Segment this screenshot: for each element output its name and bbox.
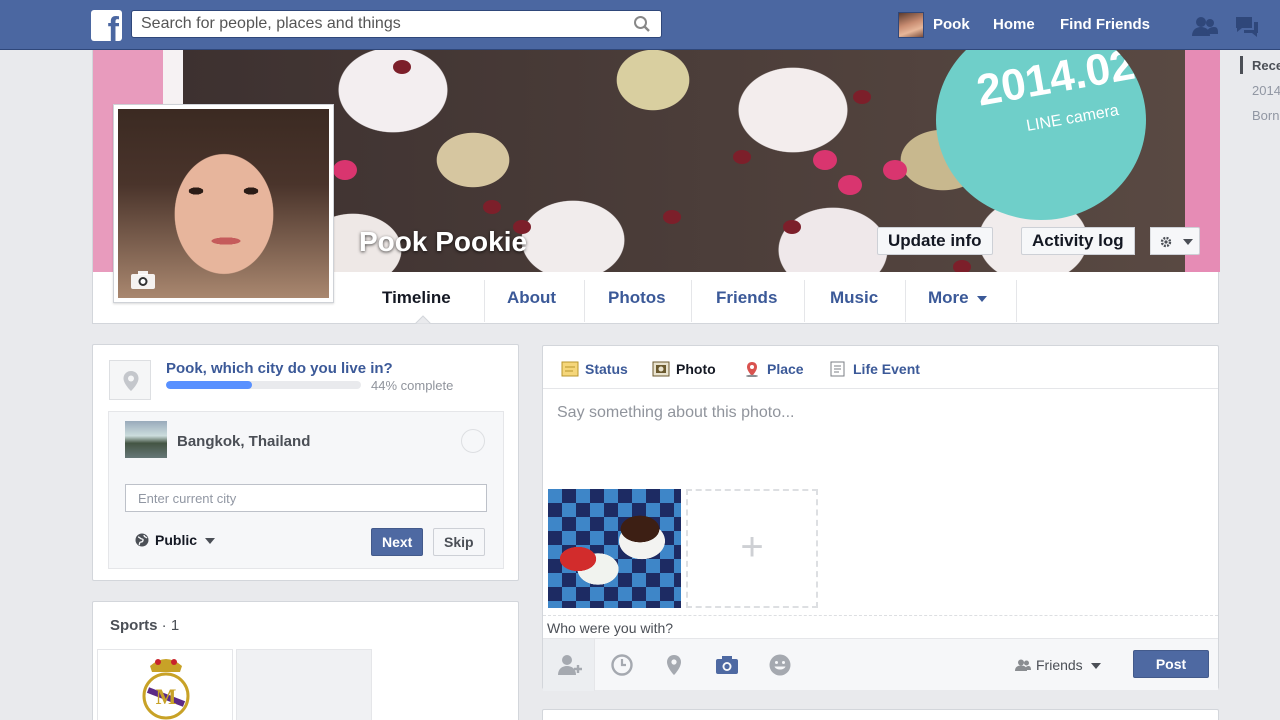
user-avatar[interactable] bbox=[898, 12, 924, 38]
audience-label: Friends bbox=[1036, 657, 1083, 673]
audience-selector[interactable]: Friends bbox=[1015, 657, 1101, 673]
tab-photos[interactable]: Photos bbox=[608, 288, 666, 308]
camera-icon[interactable] bbox=[715, 653, 739, 677]
scrubber-year[interactable]: 2014 bbox=[1252, 83, 1280, 98]
update-info-button[interactable]: Update info bbox=[877, 227, 993, 255]
next-story-card bbox=[542, 709, 1219, 720]
empty-sport-tile[interactable] bbox=[236, 649, 372, 720]
composer-tab-place-label: Place bbox=[767, 361, 804, 377]
chevron-down-icon bbox=[1183, 239, 1193, 245]
real-madrid-tile[interactable]: M bbox=[97, 649, 233, 720]
post-composer: Status Photo Place Life Event + Who were… bbox=[542, 345, 1219, 691]
composer-tab-photo[interactable]: Photo bbox=[652, 361, 716, 377]
sports-card: Sports · 1 M bbox=[92, 601, 519, 720]
composer-tab-status[interactable]: Status bbox=[561, 361, 628, 377]
city-thumbnail bbox=[125, 421, 167, 458]
composer-tab-photo-label: Photo bbox=[676, 361, 716, 377]
composer-tab-life-event[interactable]: Life Event bbox=[829, 361, 920, 377]
globe-icon bbox=[135, 533, 149, 547]
search-box bbox=[131, 10, 662, 38]
profile-name[interactable]: Pook Pookie bbox=[359, 226, 527, 258]
city-suggestion-box: Bangkok, Thailand Public Next Skip bbox=[108, 411, 504, 569]
clock-icon[interactable] bbox=[610, 653, 634, 677]
search-input[interactable] bbox=[132, 11, 622, 37]
facebook-logo-icon[interactable]: f bbox=[91, 10, 122, 41]
profile-progress-bar bbox=[166, 381, 361, 389]
city-select-radio[interactable] bbox=[461, 429, 485, 453]
post-button[interactable]: Post bbox=[1133, 650, 1209, 678]
composer-footer: Friends Post bbox=[543, 638, 1218, 691]
next-button[interactable]: Next bbox=[371, 528, 424, 556]
sports-count: · 1 bbox=[157, 617, 180, 634]
friend-requests-icon[interactable] bbox=[1190, 14, 1218, 38]
privacy-selector[interactable]: Public bbox=[135, 532, 216, 548]
messages-icon[interactable] bbox=[1232, 14, 1260, 38]
tab-more-label: More bbox=[928, 288, 969, 307]
chevron-down-icon bbox=[976, 295, 987, 302]
life-event-icon bbox=[830, 361, 845, 377]
location-icon[interactable] bbox=[662, 653, 686, 677]
search-icon[interactable] bbox=[633, 15, 651, 33]
find-friends-link[interactable]: Find Friends bbox=[1060, 16, 1150, 33]
city-question: Pook, which city do you live in? bbox=[166, 360, 393, 377]
composer-tab-life-event-label: Life Event bbox=[853, 361, 920, 377]
city-prompt-card: Pook, which city do you live in? 44% com… bbox=[92, 344, 519, 581]
gear-icon bbox=[1160, 236, 1172, 248]
stamp-date: 2014.02.1 bbox=[973, 50, 1146, 116]
settings-dropdown[interactable] bbox=[1150, 227, 1200, 255]
place-icon bbox=[746, 362, 758, 377]
tab-music[interactable]: Music bbox=[830, 288, 878, 308]
home-link[interactable]: Home bbox=[993, 16, 1035, 33]
top-navigation-bar: f Pook Home Find Friends bbox=[0, 0, 1280, 50]
add-friend-icon bbox=[558, 655, 582, 675]
activity-log-button[interactable]: Activity log bbox=[1021, 227, 1135, 255]
user-name-link[interactable]: Pook bbox=[933, 16, 970, 33]
tab-more[interactable]: More bbox=[928, 288, 987, 308]
sports-heading[interactable]: Sports · 1 bbox=[110, 617, 179, 634]
progress-label: 44% complete bbox=[371, 378, 454, 393]
status-icon bbox=[561, 361, 579, 377]
svg-text:M: M bbox=[156, 684, 177, 709]
privacy-label: Public bbox=[155, 532, 198, 548]
sports-title: Sports bbox=[110, 617, 158, 634]
skip-button[interactable]: Skip bbox=[433, 528, 485, 556]
tab-timeline[interactable]: Timeline bbox=[382, 288, 451, 308]
current-city-input[interactable] bbox=[125, 484, 487, 512]
tab-about[interactable]: About bbox=[507, 288, 556, 308]
real-madrid-crest-icon: M bbox=[142, 659, 190, 720]
post-text-input[interactable] bbox=[557, 404, 1197, 422]
attached-photo-thumbnail[interactable] bbox=[548, 489, 681, 608]
friends-icon bbox=[1015, 659, 1031, 671]
stamp-caption: LINE camera bbox=[1025, 102, 1121, 135]
composer-tab-status-label: Status bbox=[585, 361, 628, 377]
camera-icon[interactable] bbox=[130, 270, 156, 290]
photo-icon bbox=[652, 361, 670, 377]
add-more-photos-button[interactable]: + bbox=[686, 489, 818, 608]
tag-friends-button[interactable] bbox=[543, 639, 595, 691]
active-tab-indicator bbox=[415, 315, 431, 324]
chevron-down-icon bbox=[1090, 663, 1101, 670]
tab-friends[interactable]: Friends bbox=[716, 288, 777, 308]
suggested-city[interactable]: Bangkok, Thailand bbox=[177, 433, 310, 450]
scrubber-recent[interactable]: Rece bbox=[1252, 58, 1280, 73]
timeline-scrubber: Rece 2014 Born bbox=[1240, 50, 1280, 140]
location-pin-icon bbox=[109, 360, 151, 400]
composer-tab-place[interactable]: Place bbox=[743, 361, 804, 377]
who-were-you-with-field[interactable]: Who were you with? bbox=[547, 620, 673, 636]
profile-picture[interactable] bbox=[113, 104, 334, 303]
emoticon-icon[interactable] bbox=[768, 653, 792, 677]
plus-icon: + bbox=[740, 525, 764, 569]
chevron-down-icon bbox=[205, 538, 216, 545]
scrubber-born[interactable]: Born bbox=[1252, 108, 1279, 123]
line-camera-stamp: 2014.02.1 LINE camera bbox=[936, 50, 1146, 220]
